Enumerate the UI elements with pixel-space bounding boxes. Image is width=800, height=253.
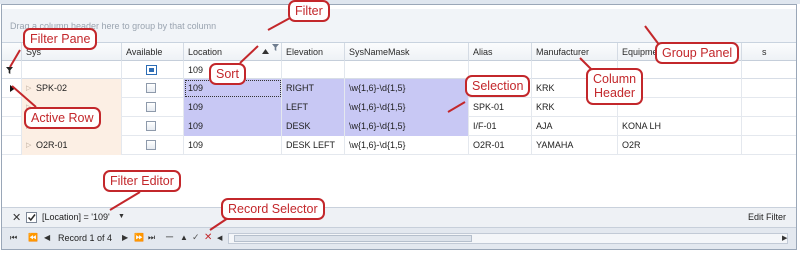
arrow-sort xyxy=(239,45,259,64)
arrow-filter-editor xyxy=(109,191,141,211)
arrow-active-row xyxy=(11,85,37,108)
callout-sort: Sort xyxy=(209,63,246,86)
callout-filter: Filter xyxy=(288,0,330,23)
callout-record-selector: Record Selector xyxy=(221,198,325,221)
arrow-selection xyxy=(447,101,466,113)
arrow-filter-pane xyxy=(9,49,21,68)
callout-group-panel: Group Panel xyxy=(655,42,740,65)
annotation-arrows xyxy=(9,17,661,231)
arrow-record-selector xyxy=(209,217,229,231)
callout-filter-pane: Filter Pane xyxy=(23,28,98,51)
callout-selection: Selection xyxy=(465,75,531,98)
arrow-filter xyxy=(267,17,291,31)
callout-active-row: Active Row xyxy=(24,107,101,130)
callout-filter-editor: Filter Editor xyxy=(103,170,181,193)
callout-column-header-line1: Column xyxy=(593,72,637,86)
callout-column-header: Column Header xyxy=(586,68,644,105)
callout-column-header-line2: Header xyxy=(594,86,636,101)
